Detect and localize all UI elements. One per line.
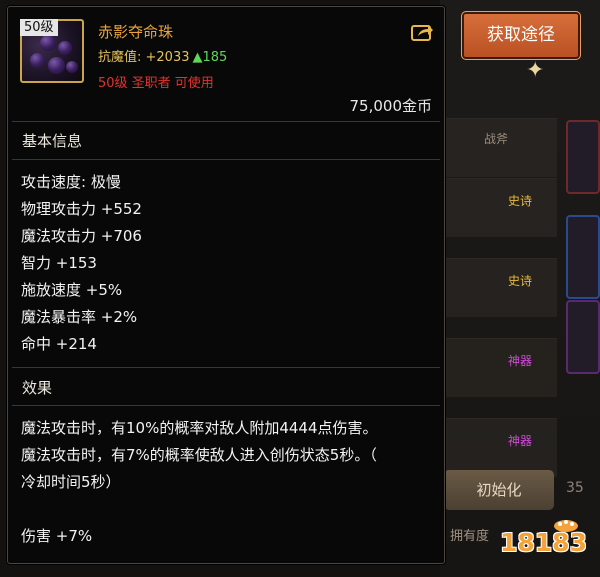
effect-line: 魔法攻击时，有10%的概率对敌人附加4444点伤害。 xyxy=(21,419,378,437)
sparkle-icon: ✦ xyxy=(526,58,545,83)
bg-row xyxy=(445,178,557,237)
reset-button[interactable]: 初始化 xyxy=(444,470,554,510)
get-route-button[interactable]: 获取途径 xyxy=(461,11,581,60)
stat-hit-rate: 命中 +214 xyxy=(21,335,97,353)
bg-artifact-tag: 神器 xyxy=(508,434,533,448)
bg-epic-tag: 史诗 xyxy=(508,274,533,288)
stat-cast-speed: 施放速度 +5% xyxy=(21,281,123,299)
bg-row xyxy=(445,118,557,177)
stat-attack-speed: 攻击速度: 极慢 xyxy=(21,173,121,191)
divider xyxy=(12,405,440,406)
bg-bottom-text: 拥有度 xyxy=(450,529,490,544)
watermark-text: 18183 xyxy=(500,528,587,557)
bg-side-card[interactable] xyxy=(566,215,600,299)
item-price: 75,000金币 xyxy=(349,97,433,115)
bg-artifact-tag: 神器 xyxy=(508,354,533,368)
bg-row xyxy=(445,338,557,397)
item-tooltip: 50级 赤影夺命珠 抗魔值: +2033 ▲185 50级 圣职者 可使用 75,… xyxy=(7,6,445,564)
effect-title: 效果 xyxy=(22,379,53,397)
stat-physical-attack: 物理攻击力 +552 xyxy=(21,200,142,218)
divider xyxy=(12,121,440,122)
bg-side-card[interactable] xyxy=(566,120,600,194)
bg-epic-tag: 史诗 xyxy=(508,194,533,208)
bg-row xyxy=(445,418,557,477)
stat-magic-attack: 魔法攻击力 +706 xyxy=(21,227,142,245)
share-icon[interactable] xyxy=(411,23,433,41)
bg-tab-label: 战斧 xyxy=(484,132,509,146)
class-requirement: 50级 圣职者 可使用 xyxy=(98,76,214,91)
divider xyxy=(12,159,440,160)
divider xyxy=(12,367,440,368)
bg-row xyxy=(445,258,557,317)
item-name: 赤影夺命珠 xyxy=(98,23,174,41)
effect-line: 冷却时间5秒） xyxy=(21,473,121,491)
bg-number: 35 xyxy=(566,480,584,496)
resistance-label: 抗魔值: +2033 xyxy=(98,50,190,65)
stat-magic-crit: 魔法暴击率 +2% xyxy=(21,308,138,326)
resistance-value: 抗魔值: +2033 ▲185 xyxy=(98,46,227,65)
basic-info-title: 基本信息 xyxy=(22,132,83,150)
effect-damage-bonus: 伤害 +7% xyxy=(21,527,93,545)
level-badge: 50级 xyxy=(20,19,58,36)
stat-intelligence: 智力 +153 xyxy=(21,254,97,272)
bg-side-card[interactable] xyxy=(566,300,600,374)
resistance-delta: ▲185 xyxy=(192,50,228,65)
effect-line: 魔法攻击时，有7%的概率使敌人进入创伤状态5秒。（ xyxy=(21,446,377,464)
